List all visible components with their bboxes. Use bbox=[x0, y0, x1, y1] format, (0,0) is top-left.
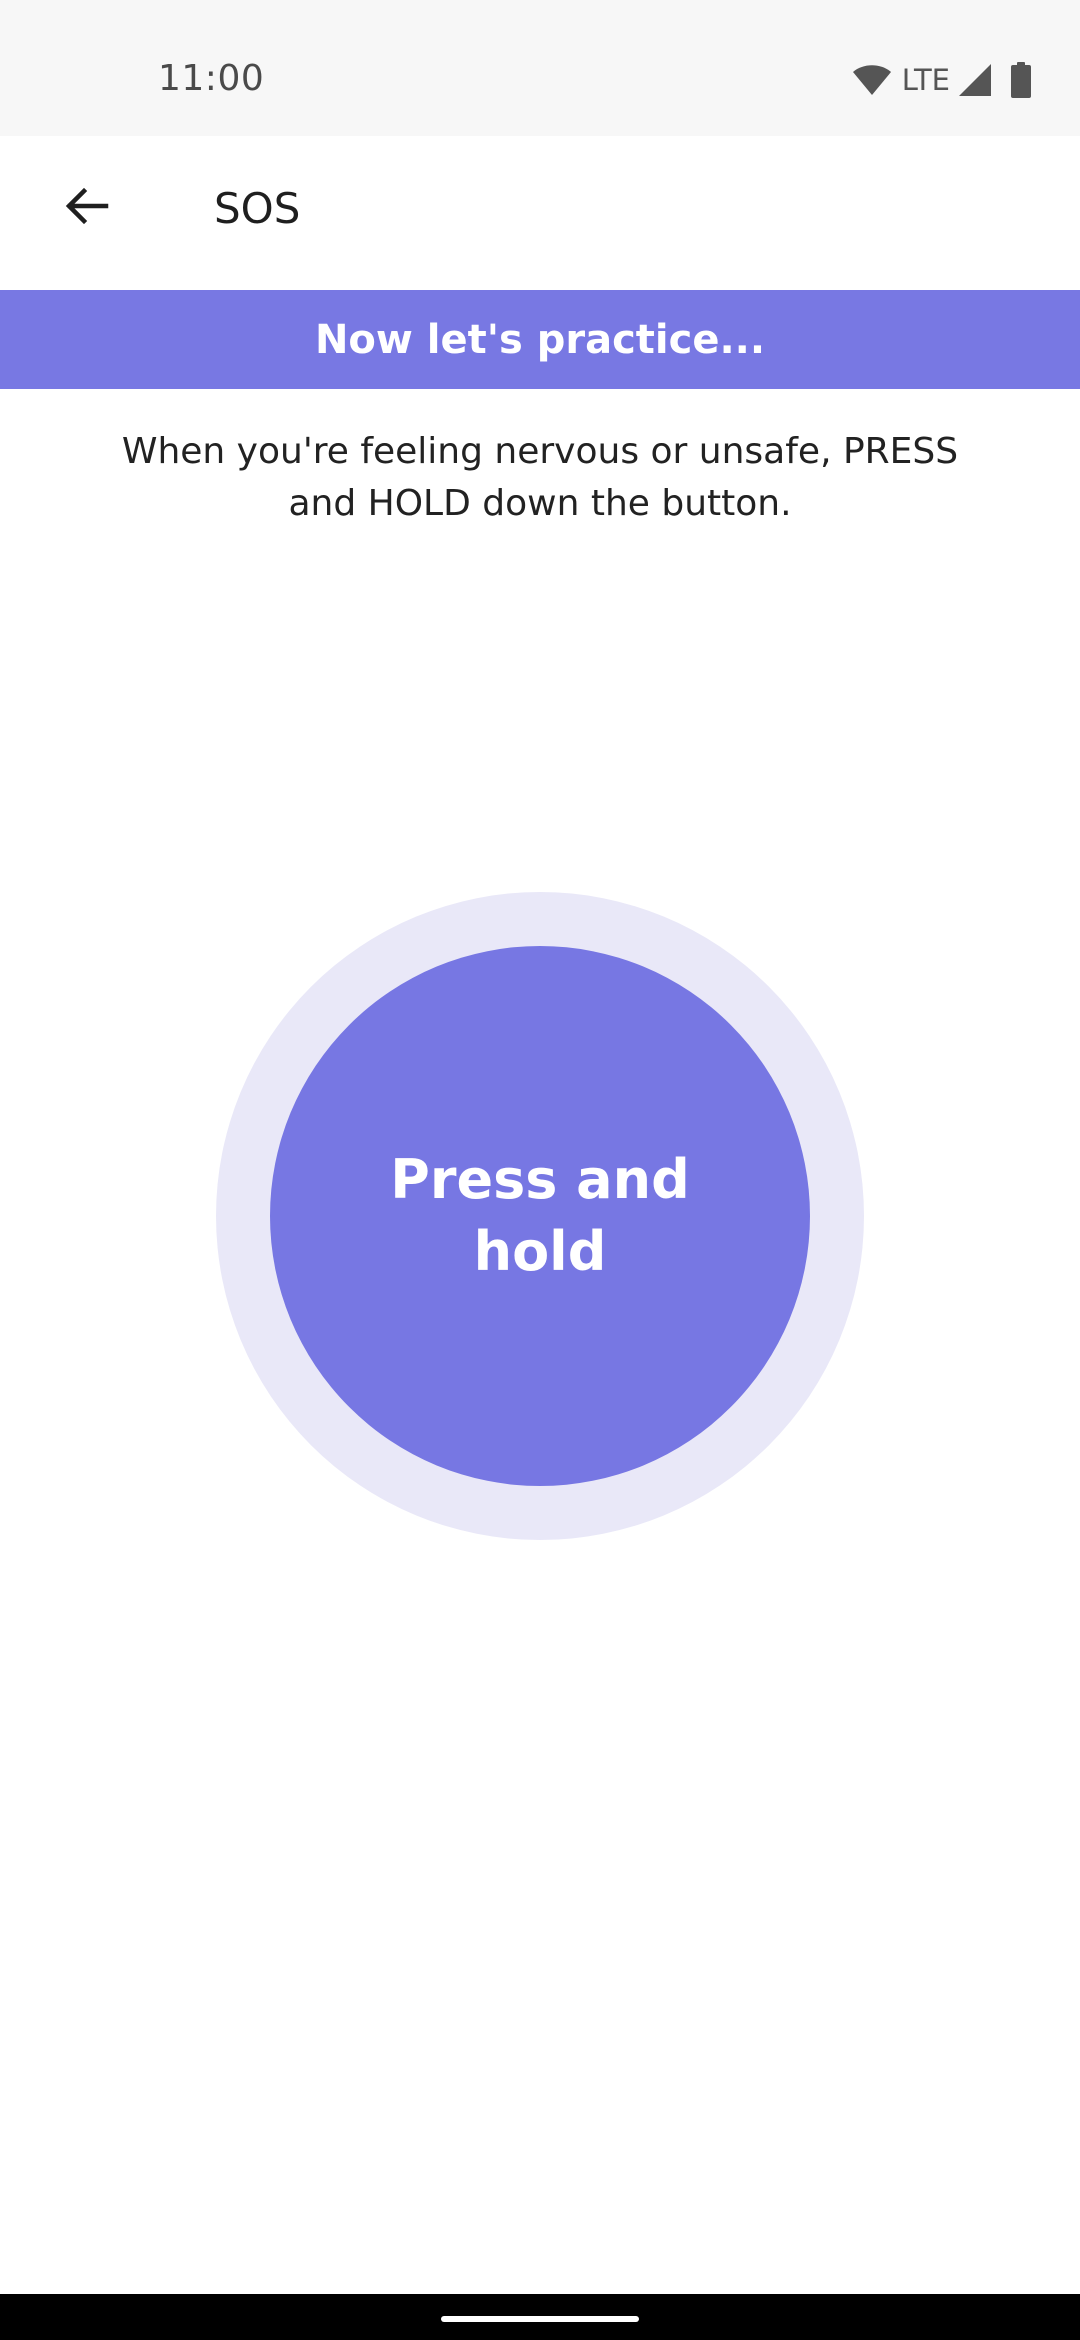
sos-practice-screen: 11:00 LTE SOS Now let's practice... When… bbox=[0, 0, 1080, 2340]
instruction-line-2: and HOLD down the button. bbox=[288, 483, 792, 524]
wifi-icon bbox=[852, 64, 892, 96]
app-bar bbox=[0, 136, 1080, 290]
press-and-hold-label: Press and hold bbox=[360, 1144, 720, 1288]
battery-icon bbox=[1010, 62, 1032, 98]
banner-text: Now let's practice... bbox=[314, 316, 766, 363]
press-and-hold-label-line-1: Press and bbox=[390, 1148, 690, 1211]
back-button[interactable] bbox=[48, 170, 124, 246]
status-icons: LTE bbox=[852, 60, 1032, 100]
instruction-line-1: When you're feeling nervous or unsafe, P… bbox=[121, 431, 959, 472]
practice-banner: Now let's practice... bbox=[0, 290, 1080, 389]
status-time: 11:00 bbox=[158, 58, 265, 99]
signal-icon bbox=[958, 63, 992, 97]
instruction-text: When you're feeling nervous or unsafe, P… bbox=[60, 426, 1020, 530]
arrow-left-icon bbox=[62, 182, 110, 234]
press-and-hold-label-line-2: hold bbox=[473, 1220, 607, 1283]
page-title: SOS bbox=[214, 184, 301, 233]
network-type: LTE bbox=[901, 63, 950, 97]
status-bar: 11:00 LTE bbox=[0, 0, 1080, 136]
home-indicator[interactable] bbox=[441, 2316, 639, 2322]
press-and-hold-button[interactable]: Press and hold bbox=[270, 946, 810, 1486]
